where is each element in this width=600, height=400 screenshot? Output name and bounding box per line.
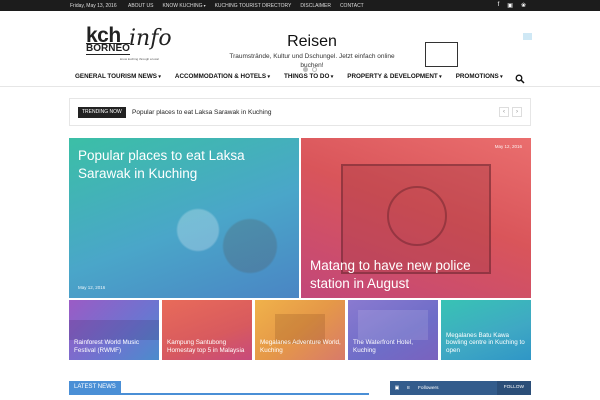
instagram-icon[interactable]: ▣	[507, 2, 513, 9]
featured-date: May 12, 2016	[78, 285, 106, 290]
top-link-about[interactable]: About us	[128, 3, 153, 9]
trending-next-icon[interactable]: ›	[512, 107, 522, 117]
followers-widget: ▣ 8 Followers FOLLOW	[390, 381, 531, 395]
tile-title[interactable]: Rainforest World Music Festival (RWMF)	[74, 339, 156, 354]
featured-post-police-station[interactable]: May 12, 2016 Matang to have new police s…	[301, 138, 531, 298]
site-header: kch BORNEO info know kuching through a l…	[0, 11, 600, 72]
social-links: f ▣ ❀	[498, 2, 526, 9]
nav-things-to-do[interactable]: Things to do	[284, 73, 333, 80]
featured-title[interactable]: Matang to have new police station in Aug…	[310, 257, 510, 293]
top-bar: Friday, May 13, 2016 About us Know Kuchi…	[0, 0, 600, 11]
featured-grid: Popular places to eat Laksa Sarawak in K…	[69, 138, 531, 362]
top-menu: About us Know Kuching Kuching Tourist Di…	[128, 3, 364, 9]
top-link-know-kuching[interactable]: Know Kuching	[162, 3, 205, 9]
follow-button[interactable]: FOLLOW	[496, 381, 531, 395]
police-crest-image	[387, 186, 447, 246]
main-nav: General Tourism News Accommodation & Hot…	[0, 67, 600, 87]
post-tile-santubong[interactable]: Kampung Santubong Homestay top 5 in Mala…	[162, 300, 252, 360]
logo-tagline: know kuching through a local	[120, 57, 159, 61]
logo-info: info	[129, 26, 172, 51]
featured-title[interactable]: Popular places to eat Laksa Sarawak in K…	[78, 147, 278, 183]
section-divider	[69, 393, 369, 395]
date-label: Friday, May 13, 2016	[70, 3, 117, 9]
trending-bar: TRENDING NOW Popular places to eat Laksa…	[69, 98, 531, 126]
logo-borneo: BORNEO	[86, 43, 130, 55]
post-tile-waterfront[interactable]: The Waterfront Hotel, Kuching	[348, 300, 438, 360]
nav-promotions[interactable]: Promotions	[456, 73, 503, 80]
followers-count: 8	[407, 386, 410, 391]
post-tile-batu-kawa[interactable]: Megalanes Batu Kawa bowling centre in Ku…	[441, 300, 531, 360]
featured-post-laksa[interactable]: Popular places to eat Laksa Sarawak in K…	[69, 138, 299, 298]
twitter-icon[interactable]: ❀	[521, 2, 526, 9]
tile-title[interactable]: The Waterfront Hotel, Kuching	[353, 339, 435, 354]
post-tile-megalanes[interactable]: Megalanes Adventure World, Kuching	[255, 300, 345, 360]
top-link-contact[interactable]: Contact	[340, 3, 364, 9]
trending-badge: TRENDING NOW	[78, 107, 126, 118]
featured-date: May 12, 2016	[494, 144, 522, 149]
tile-title[interactable]: Kampung Santubong Homestay top 5 in Mala…	[167, 339, 249, 354]
trending-headline[interactable]: Popular places to eat Laksa Sarawak in K…	[132, 109, 271, 116]
facebook-icon[interactable]: f	[498, 2, 500, 9]
nav-accommodation-hotels[interactable]: Accommodation & Hotels	[175, 73, 270, 80]
trending-prev-icon[interactable]: ‹	[499, 107, 509, 117]
tile-title[interactable]: Megalanes Batu Kawa bowling centre in Ku…	[446, 332, 528, 355]
tile-title[interactable]: Megalanes Adventure World, Kuching	[260, 339, 342, 354]
post-tile-rwmf[interactable]: Rainforest World Music Festival (RWMF)	[69, 300, 159, 360]
ad-open-button[interactable]	[425, 42, 458, 67]
adchoices-icon[interactable]	[523, 33, 532, 40]
ad-title: Reisen	[287, 33, 337, 50]
top-link-disclaimer[interactable]: Disclaimer	[300, 3, 331, 9]
site-logo[interactable]: kch BORNEO info know kuching through a l…	[86, 24, 196, 66]
nav-general-tourism-news[interactable]: General Tourism News	[75, 73, 161, 80]
nav-property-development[interactable]: Property & Development	[347, 73, 441, 80]
featured-image-laksa	[159, 198, 289, 278]
tile-image	[69, 320, 159, 340]
latest-news-heading: LATEST NEWS	[69, 381, 121, 393]
top-link-directory[interactable]: Kuching Tourist Directory	[215, 3, 292, 9]
tile-image	[358, 310, 428, 340]
instagram-icon: ▣	[394, 385, 400, 391]
search-icon[interactable]	[515, 71, 525, 84]
followers-label: Followers	[418, 386, 439, 391]
